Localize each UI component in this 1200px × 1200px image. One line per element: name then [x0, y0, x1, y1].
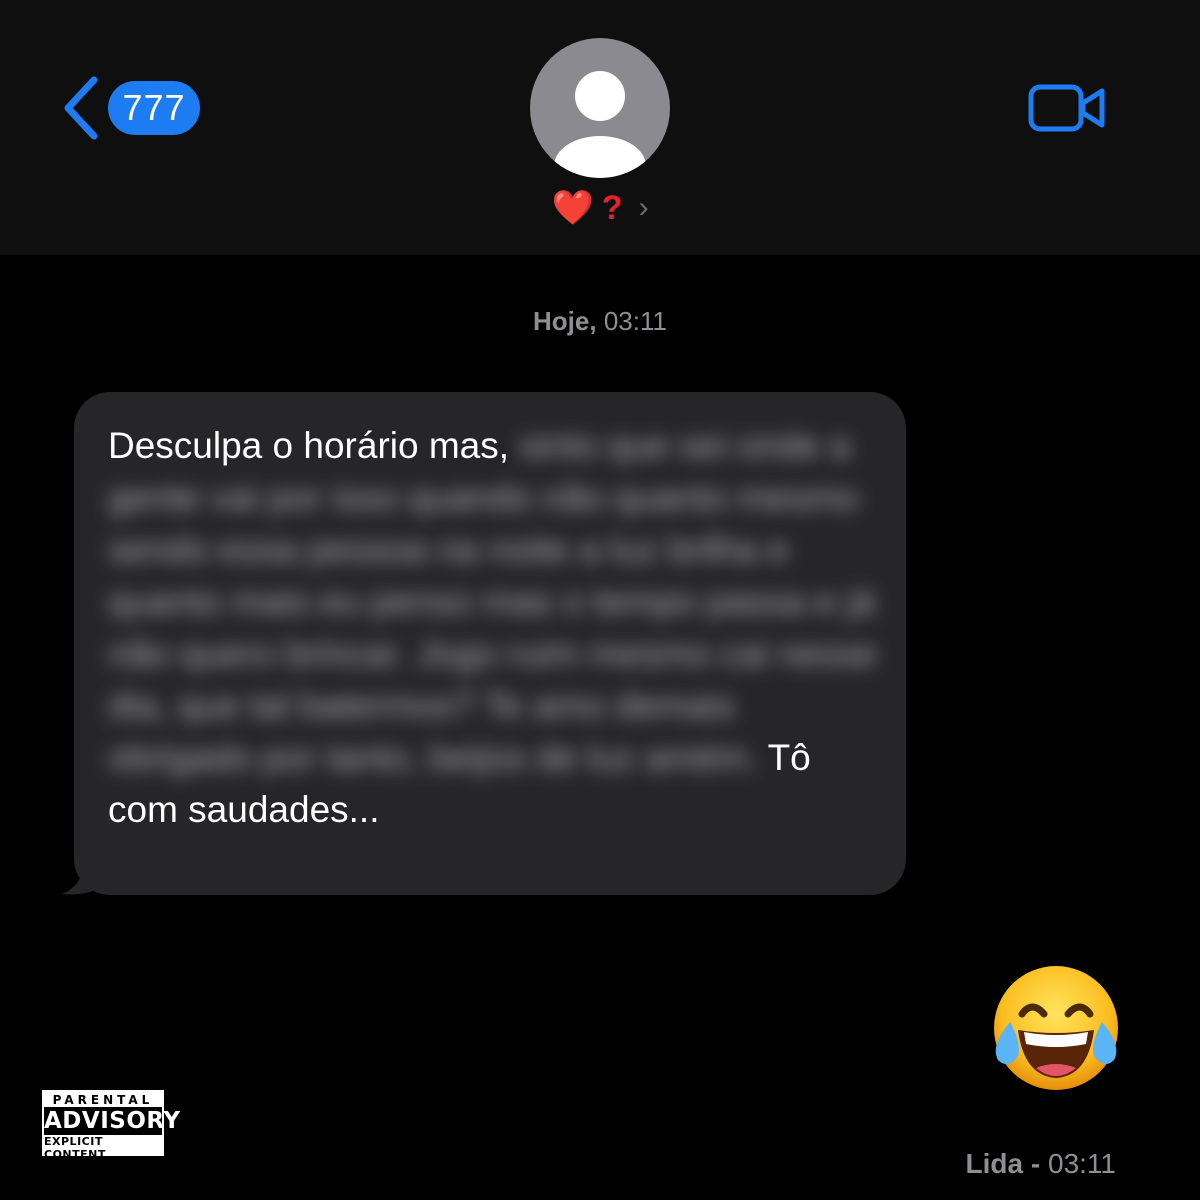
advisory-middle-text: ADVISORY: [44, 1107, 181, 1135]
chevron-right-icon: ›: [638, 191, 649, 224]
back-button[interactable]: 777: [58, 74, 200, 142]
read-receipt: Lida - 03:11: [966, 1148, 1116, 1180]
contact-name[interactable]: ❤️ ? ›: [0, 188, 1200, 228]
advisory-bottom-text: EXPLICIT CONTENT: [44, 1135, 106, 1161]
video-camera-icon[interactable]: [1028, 84, 1106, 132]
received-message-text: Desculpa o horário mas, sinto que sei on…: [108, 420, 878, 836]
advisory-top-text: PARENTAL: [52, 1093, 154, 1107]
conversation-header: 777 ❤️ ? ›: [0, 0, 1200, 255]
chevron-left-icon: [64, 76, 98, 140]
heart-emoji: ❤️: [551, 189, 594, 227]
question-mark-emoji: ?: [601, 188, 623, 227]
message-visible-start: Desculpa o horário mas,: [108, 425, 510, 466]
message-blurred-text: sinto que sei onde a gente vai por isso …: [108, 425, 878, 778]
message-timestamp: Hoje, 03:11: [0, 306, 1200, 337]
avatar[interactable]: [530, 38, 670, 178]
face-with-tears-of-joy-icon[interactable]: [988, 964, 1124, 1092]
unread-count-badge: 777: [108, 81, 200, 135]
read-label: Lida -: [965, 1148, 1041, 1179]
read-time: 03:11: [1048, 1148, 1116, 1179]
timestamp-time: 03:11: [603, 306, 667, 336]
person-silhouette-icon: [554, 71, 646, 178]
timestamp-day: Hoje,: [533, 306, 597, 336]
parental-advisory-logo: PARENTAL ADVISORY EXPLICIT CONTENT: [40, 1088, 181, 1161]
